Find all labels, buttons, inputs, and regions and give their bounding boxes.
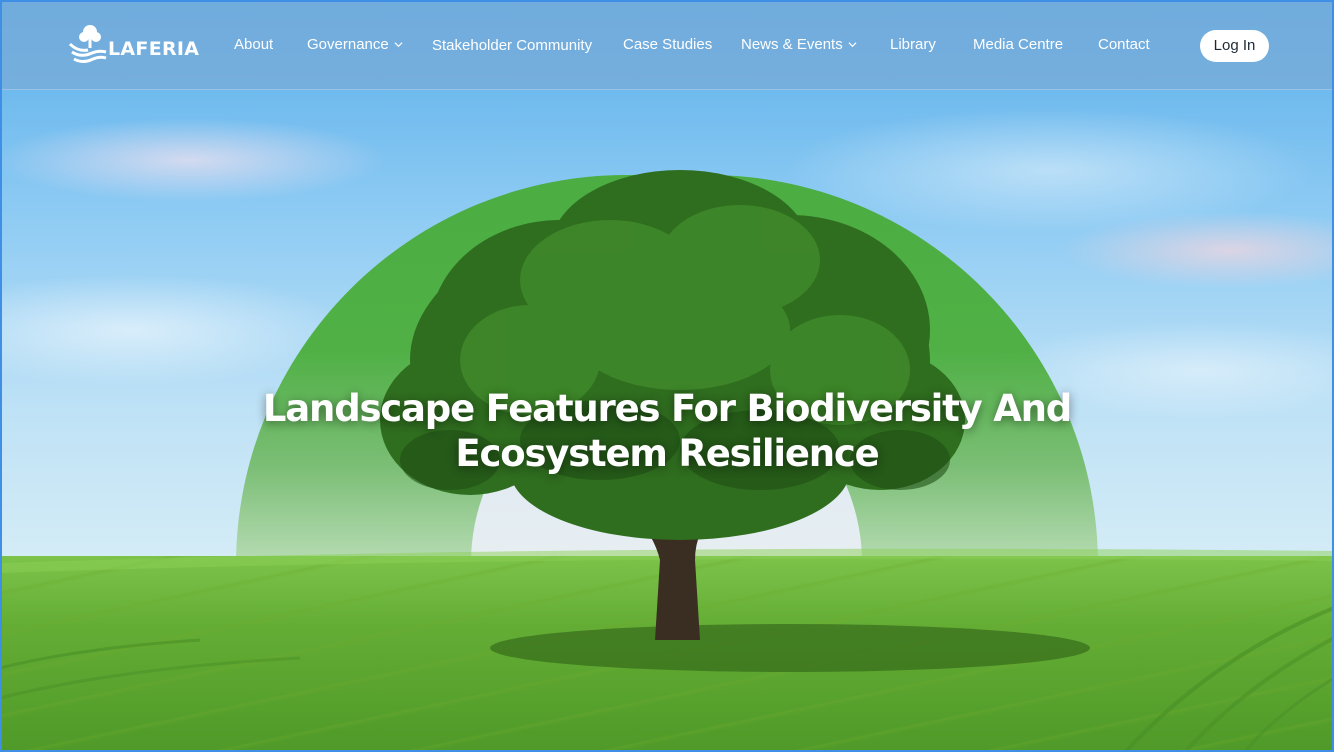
nav-about-label: About	[234, 36, 274, 53]
brand-logo[interactable]: LAFERIA	[66, 22, 199, 68]
nav-about[interactable]: About	[234, 36, 273, 53]
brand-name: LAFERIA	[108, 38, 200, 60]
nav-library-label: Library	[890, 36, 936, 53]
nav-stakeholder-community[interactable]: Stakeholder Community	[432, 37, 592, 54]
nav-governance-label: Governance	[307, 36, 389, 53]
nav-media-centre[interactable]: Media Centre	[973, 36, 1063, 53]
nav-contact[interactable]: Contact	[1098, 36, 1150, 53]
nav-contact-label: Contact	[1098, 36, 1150, 53]
hero-title: Landscape Features For Biodiversity And …	[0, 386, 1334, 476]
nav-governance[interactable]: Governance	[307, 36, 403, 53]
nav-media-centre-label: Media Centre	[973, 36, 1064, 53]
hero-title-line-2: Ecosystem Resilience	[455, 432, 879, 475]
hero-title-line-1: Landscape Features For Biodiversity And	[262, 387, 1072, 430]
login-button[interactable]: Log In	[1200, 30, 1269, 62]
nav-case-studies[interactable]: Case Studies	[623, 36, 712, 53]
nav-news-events-label: News & Events	[741, 36, 843, 53]
top-navigation: LAFERIA About Governance Stakeholder Com…	[0, 0, 1334, 90]
tree-image	[380, 170, 1090, 672]
chevron-down-icon	[394, 42, 403, 48]
hero-section: Landscape Features For Biodiversity And …	[0, 0, 1334, 752]
tree-water-icon	[68, 25, 107, 63]
nav-case-studies-label: Case Studies	[623, 36, 713, 53]
nav-stakeholder-community-label: Stakeholder Community	[432, 37, 593, 54]
chevron-down-icon	[848, 42, 857, 48]
nav-news-events[interactable]: News & Events	[741, 36, 857, 53]
nav-library[interactable]: Library	[890, 36, 936, 53]
